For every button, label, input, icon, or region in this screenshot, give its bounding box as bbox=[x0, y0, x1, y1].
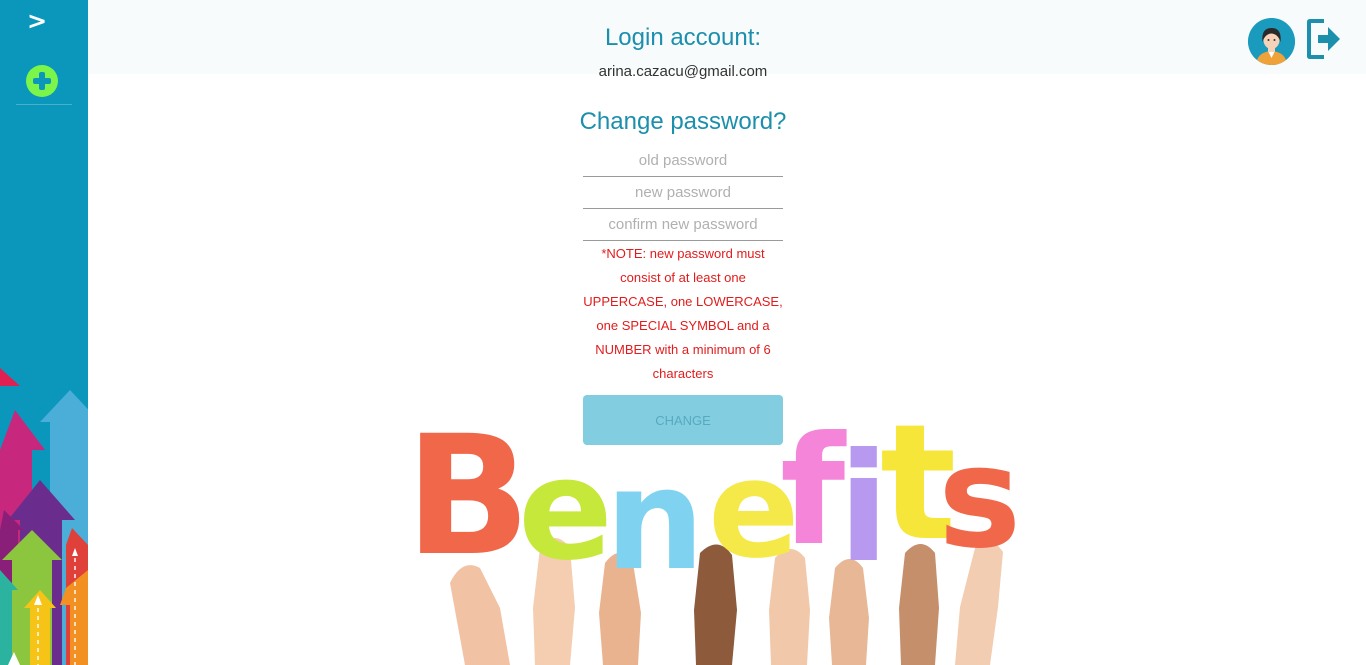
note-line: UPPERCASE, one LOWERCASE, bbox=[583, 294, 783, 309]
confirm-password-input[interactable] bbox=[583, 209, 783, 241]
plus-circle-icon[interactable] bbox=[26, 65, 58, 97]
sidebar: > bbox=[0, 0, 88, 665]
sidebar-divider bbox=[16, 104, 72, 105]
change-password-button[interactable]: CHANGE bbox=[583, 395, 783, 445]
note-line: one SPECIAL SYMBOL and a bbox=[596, 318, 770, 333]
logout-icon[interactable] bbox=[1306, 18, 1342, 60]
arrows-decoration bbox=[0, 368, 88, 665]
user-avatar-icon[interactable] bbox=[1248, 18, 1295, 65]
account-email: arina.cazacu@gmail.com bbox=[598, 63, 768, 80]
benefits-letter: B bbox=[405, 400, 531, 592]
password-requirements-note: *NOTE: new password must consist of at l… bbox=[583, 242, 783, 386]
benefits-letter: e bbox=[518, 429, 613, 592]
benefits-letter: n bbox=[605, 439, 705, 602]
benefits-letter: f bbox=[780, 405, 847, 579]
note-line: NUMBER with a minimum of 6 bbox=[595, 342, 771, 357]
login-account-heading: Login account: bbox=[604, 24, 762, 51]
new-password-input[interactable] bbox=[583, 177, 783, 209]
note-line: *NOTE: new password must bbox=[601, 246, 765, 261]
benefits-letter: s bbox=[938, 417, 1021, 580]
old-password-input[interactable] bbox=[583, 145, 783, 177]
sidebar-expand-button[interactable]: > bbox=[26, 6, 48, 36]
note-line: consist of at least one bbox=[620, 270, 746, 285]
change-password-heading: Change password? bbox=[579, 108, 787, 135]
note-line: characters bbox=[652, 366, 714, 381]
app-window: > Login account: arina.cazacu@gmail.com … bbox=[0, 0, 1366, 665]
